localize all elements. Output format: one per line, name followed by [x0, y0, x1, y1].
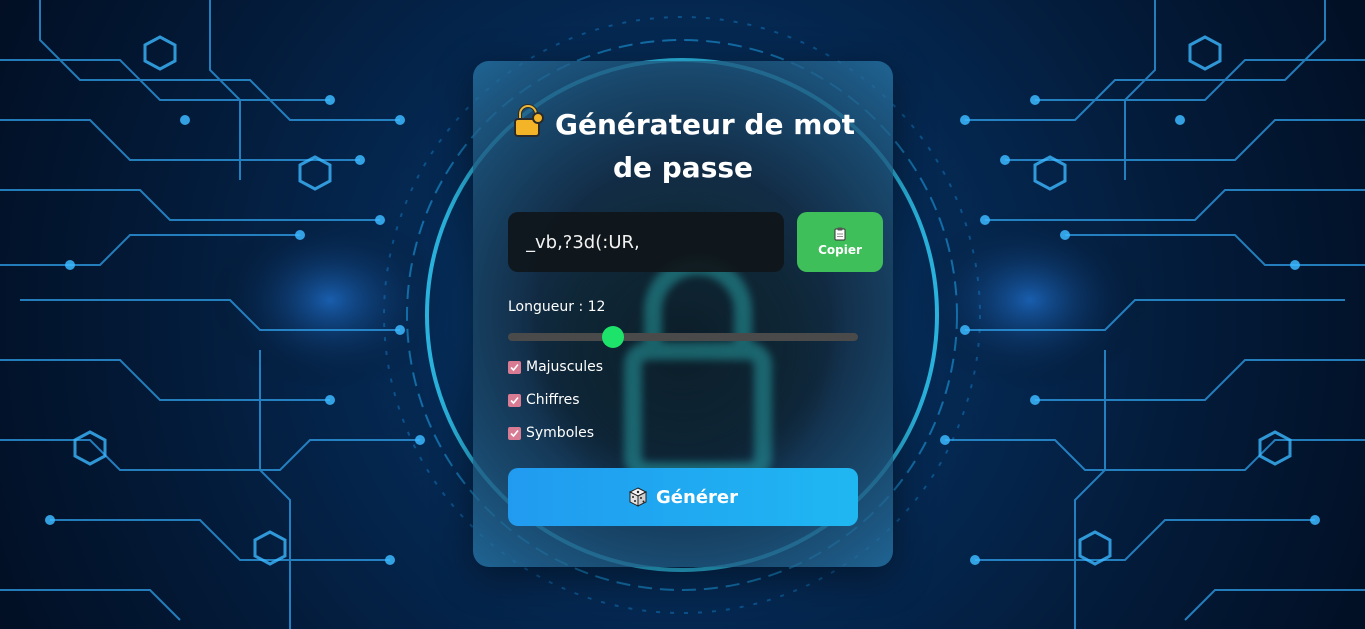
checkmark-icon [510, 429, 519, 437]
generate-button-label: Générer [656, 486, 738, 508]
digits-label: Chiffres [526, 392, 580, 408]
lock-background-icon [624, 257, 772, 480]
symbols-label: Symboles [526, 425, 595, 441]
generate-button[interactable]: Générer [508, 468, 858, 526]
option-uppercase[interactable]: Majuscules [508, 359, 603, 375]
password-row: Copier [508, 212, 884, 272]
copy-button-label: Copier [818, 243, 862, 257]
dice-icon [628, 487, 648, 507]
option-digits[interactable]: Chiffres [508, 392, 580, 408]
symbols-checkbox[interactable] [508, 426, 521, 440]
slider-thumb[interactable] [601, 326, 624, 348]
copy-button[interactable]: Copier [797, 212, 883, 272]
password-output-field[interactable] [508, 212, 784, 272]
checkmark-icon [510, 396, 519, 404]
length-label: Longueur : 12 [508, 299, 606, 315]
page-title-text: Générateur de mot de passe [554, 108, 856, 184]
password-generator-card: Générateur de mot de passe Copier Longue… [473, 61, 893, 567]
option-symbols[interactable]: Symboles [508, 425, 594, 441]
checkmark-icon [510, 363, 519, 371]
slider-track[interactable] [508, 333, 858, 341]
uppercase-checkbox[interactable] [508, 360, 521, 374]
digits-checkbox[interactable] [508, 393, 521, 407]
page-title: Générateur de mot de passe [493, 103, 873, 189]
length-slider[interactable] [508, 326, 858, 348]
clipboard-icon [834, 227, 846, 241]
uppercase-label: Majuscules [526, 359, 604, 375]
lock-icon [513, 104, 544, 137]
